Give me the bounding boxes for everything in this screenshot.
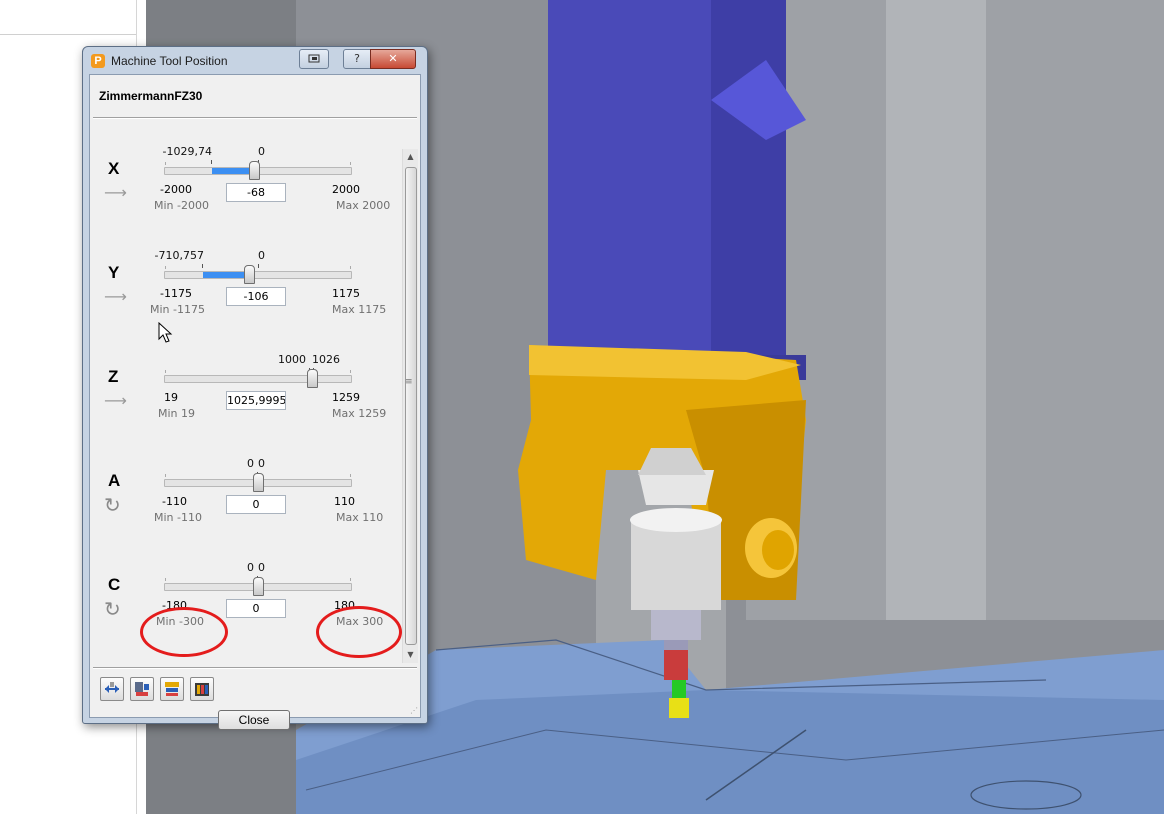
a-max-value: 110 xyxy=(334,495,355,508)
scroll-down-icon[interactable]: ▼ xyxy=(403,647,418,663)
restore-icon xyxy=(308,54,320,63)
a-current-marker-label: 0 xyxy=(247,457,254,470)
align-tool-button[interactable] xyxy=(100,677,124,701)
x-zero-marker-label: 0 xyxy=(258,145,265,158)
resize-grip-icon[interactable]: ⋰ xyxy=(410,706,418,715)
machine-name: ZimmermannFZ30 xyxy=(99,89,203,103)
c-slider-thumb[interactable] xyxy=(253,577,264,596)
min-highlight-ring xyxy=(140,607,228,657)
arrow-right-icon: ⟶ xyxy=(104,391,127,410)
x-current-marker-label: -1029,74 xyxy=(162,145,212,158)
x-max-value: 2000 xyxy=(332,183,360,196)
a-slider[interactable] xyxy=(164,472,352,492)
axis-label-x: X xyxy=(108,159,120,178)
z-current-marker-label: 1000 xyxy=(278,353,306,366)
z-slider[interactable] xyxy=(164,368,352,388)
window-title: Machine Tool Position xyxy=(111,54,228,68)
arrow-right-icon: ⟶ xyxy=(104,183,127,202)
tool-to-machine-icon xyxy=(165,682,179,696)
z-min-value: 19 xyxy=(164,391,178,404)
y-max-value: 1175 xyxy=(332,287,360,300)
y-max-caption: Max 1175 xyxy=(332,303,387,316)
arrow-right-icon: ⟶ xyxy=(104,287,127,306)
c-zero-marker-label: 0 xyxy=(258,561,265,574)
a-zero-marker-label: 0 xyxy=(258,457,265,470)
x-max-caption: Max 2000 xyxy=(336,199,391,212)
machine-tool-position-dialog[interactable]: P Machine Tool Position ? ✕ ZimmermannFZ… xyxy=(82,46,428,730)
z-zero-marker-label: 1026 xyxy=(312,353,340,366)
dialog-body: ZimmermannFZ30 X ⟶ -1029,74 0 -2000 Min … xyxy=(89,74,421,730)
axis-row-a: A ↻ 0 0 -110 Min -110 110 Max 110 xyxy=(90,453,402,553)
spindle-body xyxy=(631,520,721,610)
right-pillar xyxy=(886,0,986,620)
a-slider-thumb[interactable] xyxy=(253,473,264,492)
a-max-caption: Max 110 xyxy=(336,511,384,524)
axis-label-c: C xyxy=(108,575,121,594)
a-min-caption: Min -110 xyxy=(154,511,202,524)
tool-holder xyxy=(651,610,701,640)
machine-settings-button[interactable] xyxy=(190,677,214,701)
rotate-icon: ↻ xyxy=(104,493,121,517)
axes-scrollbar[interactable]: ▲ ≡ ▼ xyxy=(402,149,418,663)
c-value-input[interactable] xyxy=(226,599,286,618)
window-close-button[interactable]: ✕ xyxy=(370,49,416,69)
z-slider-thumb[interactable] xyxy=(307,369,318,388)
grip-icon: ≡ xyxy=(405,377,413,387)
z-value-input[interactable] xyxy=(226,391,286,410)
tool-flute xyxy=(672,680,686,698)
axis-label-z: Z xyxy=(108,367,119,386)
rotate-icon: ↻ xyxy=(104,597,121,621)
x-slider[interactable] xyxy=(164,160,352,180)
restore-button[interactable] xyxy=(299,49,329,69)
a-value-input[interactable] xyxy=(226,495,286,514)
c-slider[interactable] xyxy=(164,576,352,596)
machine-settings-icon xyxy=(195,683,209,696)
x-value-input[interactable] xyxy=(226,183,286,202)
y-current-marker-label: -710,757 xyxy=(154,249,204,262)
tool-tip xyxy=(669,698,689,718)
scrollbar-thumb[interactable] xyxy=(405,167,417,645)
powermill-p-icon: P xyxy=(91,54,105,68)
title-bar[interactable]: P Machine Tool Position ? ✕ xyxy=(83,47,427,75)
y-value-input[interactable] xyxy=(226,287,286,306)
y-zero-marker-label: 0 xyxy=(258,249,265,262)
z-max-value: 1259 xyxy=(332,391,360,404)
z-min-caption: Min 19 xyxy=(158,407,196,420)
axis-row-y: Y ⟶ -710,757 0 -1175 Min -1175 1175 Max … xyxy=(90,245,402,345)
z-max-caption: Max 1259 xyxy=(332,407,387,420)
axis-row-x: X ⟶ -1029,74 0 -2000 Min -2000 2000 Max … xyxy=(90,141,402,241)
axis-label-y: Y xyxy=(108,263,120,282)
tool-to-machine-button[interactable] xyxy=(160,677,184,701)
close-button[interactable]: Close xyxy=(218,710,290,730)
mouse-cursor-icon xyxy=(158,322,173,343)
tool-shank xyxy=(664,650,688,680)
axis-label-a: A xyxy=(108,471,121,490)
x-slider-thumb[interactable] xyxy=(249,161,260,180)
y-min-value: -1175 xyxy=(160,287,192,300)
x-min-value: -2000 xyxy=(160,183,192,196)
y-slider-thumb[interactable] xyxy=(244,265,255,284)
max-highlight-ring xyxy=(316,606,402,658)
c-current-marker-label: 0 xyxy=(247,561,254,574)
header-separator xyxy=(93,117,417,119)
align-tool-icon xyxy=(105,682,119,693)
a-min-value: -110 xyxy=(162,495,187,508)
machine-to-tool-icon xyxy=(135,682,149,696)
x-slider-range xyxy=(212,168,254,174)
footer-separator xyxy=(93,667,417,669)
axis-row-z: Z ⟶ 1000 1026 19 Min 19 1259 Max 1259 xyxy=(90,349,402,449)
y-slider[interactable] xyxy=(164,264,352,284)
machine-to-tool-button[interactable] xyxy=(130,677,154,701)
scroll-up-icon[interactable]: ▲ xyxy=(403,149,418,165)
y-min-caption: Min -1175 xyxy=(150,303,205,316)
panel-divider xyxy=(0,34,137,35)
help-button[interactable]: ? xyxy=(343,49,371,69)
x-min-caption: Min -2000 xyxy=(154,199,209,212)
